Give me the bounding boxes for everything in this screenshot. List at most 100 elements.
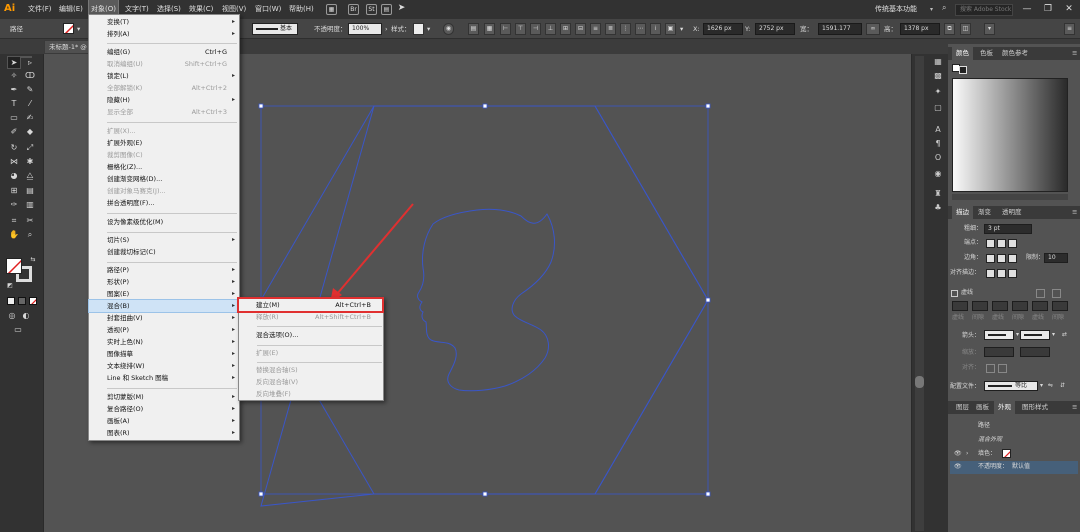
align-right-icon[interactable]: ⊣ [530, 23, 541, 35]
chevron-down-icon[interactable]: ▾ [1016, 330, 1019, 340]
scrollbar-track[interactable] [915, 56, 924, 531]
menu-item-hide[interactable]: 隐藏(H) ▸ [89, 94, 239, 106]
panel-menu-icon[interactable]: ≡ [1068, 47, 1080, 60]
width-tool-icon[interactable]: ⋈ [8, 156, 20, 167]
color-swatches-mini[interactable] [952, 64, 968, 74]
submenu-item-blend-options[interactable]: 混合选项(O)... [239, 329, 383, 341]
panel-menu-icon[interactable]: ≡ [1068, 401, 1080, 414]
artboard-tool-icon[interactable]: ⌗ [8, 215, 20, 226]
menu-item-object-mosaic[interactable]: 创建对象马赛克(J)... [89, 185, 239, 197]
graph-tool-icon[interactable]: ▥ [24, 199, 36, 210]
chevron-down-icon[interactable]: ▾ [930, 0, 933, 19]
chevron-right-icon[interactable]: › [385, 19, 388, 39]
dash-field[interactable] [1032, 301, 1048, 311]
graphic-styles-panel-icon[interactable]: ♣ [932, 202, 944, 214]
butt-cap-icon[interactable] [986, 239, 995, 248]
rotate-tool-icon[interactable]: ↻ [8, 142, 20, 153]
gap-field[interactable] [972, 301, 988, 311]
opentype-panel-icon[interactable]: O [932, 152, 944, 164]
align-center-icon[interactable] [986, 269, 995, 278]
menu-item-crop-image[interactable]: 裁剪图像(C) [89, 149, 239, 161]
end-scale-field[interactable] [1020, 347, 1050, 357]
align-outside-icon[interactable] [1008, 269, 1017, 278]
menu-item-graph[interactable]: 图表(R) ▸ [89, 427, 239, 439]
menu-item-group[interactable]: 编组(G) Ctrl+G [89, 46, 239, 58]
distribute-icon[interactable]: ⋮ [620, 23, 631, 35]
none-mode-icon[interactable] [29, 297, 37, 305]
zoom-tool-icon[interactable]: ⌕ [24, 229, 36, 240]
chevron-down-icon[interactable]: ▾ [1040, 381, 1043, 391]
chevron-down-icon[interactable]: ▾ [1052, 330, 1055, 340]
submenu-item-reverse-spine[interactable]: 反向混合轴(V) [239, 376, 383, 388]
scrollbar-thumb[interactable] [915, 376, 924, 388]
flip-icon[interactable]: ⇵ [1060, 381, 1065, 391]
lasso-tool-icon[interactable]: ↀ [24, 70, 36, 81]
close-icon[interactable]: ✕ [1062, 2, 1076, 16]
gap-field[interactable] [1052, 301, 1068, 311]
menu-item-envelope-distort[interactable]: 封套扭曲(V) ▸ [89, 312, 239, 324]
type-tool-icon[interactable]: T [8, 98, 20, 109]
tab-transparency[interactable]: 透明度 [998, 206, 1026, 219]
document-tab[interactable]: 未标题-1* @ [44, 40, 92, 54]
tab-stroke[interactable]: 描边 [952, 206, 973, 219]
menu-edit[interactable]: 编辑(E) [59, 0, 83, 19]
magic-wand-tool-icon[interactable]: ✧ [8, 70, 20, 81]
menu-item-rasterize[interactable]: 栅格化(Z)... [89, 161, 239, 173]
distribute-icon[interactable]: ⋯ [635, 23, 646, 35]
flip-icon[interactable]: ⇋ [1048, 381, 1053, 391]
height-field[interactable]: 1378 px [900, 23, 940, 35]
pen-tool-icon[interactable]: ✒ [8, 84, 20, 95]
menu-item-expand-appearance[interactable]: 扩展外观(E) [89, 137, 239, 149]
submenu-item-replace-spine[interactable]: 替换混合轴(S) [239, 364, 383, 376]
perspective-grid-tool-icon[interactable]: ⧋ [24, 170, 36, 181]
curvature-tool-icon[interactable]: ✎ [24, 84, 36, 95]
distribute-icon[interactable]: ≡ [590, 23, 601, 35]
menu-item-gradient-mesh[interactable]: 创建渐变网格(D)... [89, 173, 239, 185]
search-input[interactable]: 搜索 Adobe Stock [955, 4, 1013, 16]
tab-color-guide[interactable]: 颜色参考 [998, 47, 1032, 60]
chevron-down-icon[interactable]: ▾ [427, 19, 430, 39]
swap-arrows-icon[interactable]: ⇄ [1062, 330, 1067, 340]
transform-icon[interactable]: ⧉ [944, 23, 955, 35]
tab-layers[interactable]: 图层 [952, 401, 973, 414]
eraser-tool-icon[interactable]: ◆ [24, 126, 36, 137]
menu-item-slice[interactable]: 切片(S) ▸ [89, 234, 239, 246]
workspace-switcher[interactable]: 传统基本功能 [875, 0, 917, 19]
tab-gradient[interactable]: 渐变 [974, 206, 995, 219]
fill-swatch[interactable] [6, 258, 22, 274]
brushes-panel-icon[interactable]: ✦ [932, 86, 944, 98]
profile-field[interactable]: 等比 [984, 381, 1038, 391]
selection-tool-icon[interactable]: ➤ [7, 56, 21, 69]
color-mode-icon[interactable] [7, 297, 15, 305]
fill-none-swatch[interactable] [1002, 449, 1011, 458]
menu-window[interactable]: 窗口(W) [255, 0, 281, 19]
arrow-align-icon[interactable] [986, 364, 995, 373]
menu-item-flatten-transparency[interactable]: 拼合透明度(F)... [89, 197, 239, 209]
start-arrow-field[interactable] [984, 330, 1014, 340]
menu-item-path[interactable]: 路径(P) ▸ [89, 264, 239, 276]
weight-field[interactable]: 3 pt [984, 224, 1032, 234]
tab-swatches[interactable]: 色板 [976, 47, 997, 60]
menu-item-artboards[interactable]: 画板(A) ▸ [89, 415, 239, 427]
round-join-icon[interactable] [997, 254, 1006, 263]
distribute-icon[interactable]: ⁞ [650, 23, 661, 35]
menu-item-pattern[interactable]: 图案(E) ▸ [89, 288, 239, 300]
menu-item-ungroup[interactable]: 取消编组(U) Shift+Ctrl+G [89, 58, 239, 70]
tab-artboards[interactable]: 画板 [972, 401, 993, 414]
menu-item-show-all[interactable]: 显示全部 Alt+Ctrl+3 [89, 106, 239, 118]
square-cap-icon[interactable] [1008, 239, 1017, 248]
gradient-tool-icon[interactable]: ▤ [24, 185, 36, 196]
start-scale-field[interactable] [984, 347, 1014, 357]
arrow-align-icon[interactable] [998, 364, 1007, 373]
dash-align-icon[interactable] [1052, 289, 1061, 298]
reference-point-icon[interactable]: ▣ [665, 23, 676, 35]
grid-icon[interactable]: ▦ [326, 4, 337, 15]
chevron-down-icon[interactable]: ▾ [77, 19, 80, 39]
link-icon[interactable]: ∞ [866, 23, 880, 35]
minimize-icon[interactable]: — [1020, 2, 1034, 16]
visibility-eye-icon[interactable]: 👁 [954, 449, 962, 459]
miter-join-icon[interactable] [986, 254, 995, 263]
isolate-icon[interactable]: ◫ [960, 23, 971, 35]
submenu-item-reverse-stack[interactable]: 反向堆叠(F) [239, 388, 383, 400]
menu-item-unlock-all[interactable]: 全部解锁(K) Alt+Ctrl+2 [89, 82, 239, 94]
